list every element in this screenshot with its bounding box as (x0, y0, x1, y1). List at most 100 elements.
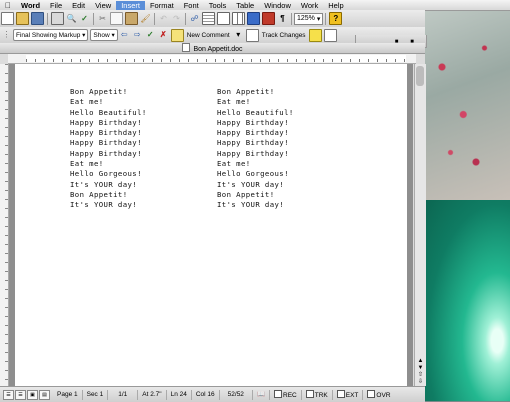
normal-view-icon[interactable]: ☰ (3, 389, 14, 400)
left-text-column: Bon Appetit! Eat me! Hello Beautiful! Ha… (70, 87, 147, 211)
new-document-icon[interactable] (1, 12, 14, 25)
new-comment-icon[interactable] (170, 28, 184, 42)
text-line: Bon Appetit! (70, 87, 128, 96)
new-comment-button[interactable]: New Comment (185, 32, 232, 39)
text-line: It's YOUR day! (70, 200, 138, 210)
trk-flag-icon (305, 389, 314, 398)
redo-icon[interactable]: ↷ (171, 13, 182, 24)
scrollbar-thumb[interactable] (416, 66, 424, 86)
toolbox-icon[interactable] (262, 12, 275, 25)
menu-help[interactable]: Help (323, 1, 348, 10)
horizontal-ruler[interactable] (8, 54, 416, 64)
right-text-column: Bon Appetit! Eat me! Hello Beautiful! Ha… (217, 87, 294, 211)
status-section: Sec 1 (83, 389, 109, 400)
reviewing-pane-icon[interactable] (323, 28, 337, 42)
menu-table[interactable]: Table (231, 1, 259, 10)
menu-format[interactable]: Format (145, 1, 179, 10)
menu-view[interactable]: View (90, 1, 116, 10)
toolbar-divider (291, 12, 292, 25)
print-icon[interactable] (51, 12, 64, 25)
text-line: Eat me! (70, 159, 104, 169)
toolbar-divider (185, 12, 186, 25)
status-rec[interactable]: REC (270, 389, 302, 400)
text-line: Happy Birthday! (217, 138, 289, 148)
text-line: Eat me! (217, 159, 251, 169)
paste-icon[interactable] (125, 12, 138, 25)
text-line: It's YOUR day! (70, 179, 138, 189)
text-line: Bon Appetit! (217, 189, 275, 199)
menu-tools[interactable]: Tools (204, 1, 232, 10)
gallery-icon[interactable] (247, 12, 260, 25)
toolbar-divider (154, 12, 155, 25)
text-line: Eat me! (217, 97, 251, 107)
vertical-scrollbar[interactable]: ▲ ▼ ⇧ ⇩ (414, 64, 426, 386)
reject-change-icon[interactable]: ✗ (158, 30, 169, 41)
new-comment-dropdown-icon[interactable]: ▾ (233, 30, 244, 41)
track-changes-button[interactable]: Track Changes (260, 32, 308, 39)
show-hide-paragraph-icon[interactable]: ¶ (277, 13, 288, 24)
help-icon[interactable]: ? (329, 12, 343, 25)
ext-flag-icon (336, 389, 345, 398)
text-line: Happy Birthday! (70, 128, 142, 138)
text-line: Happy Birthday! (70, 148, 142, 158)
desktop-wallpaper-bottom (425, 200, 510, 401)
text-line: Hello Beautiful! (217, 107, 294, 117)
format-painter-icon[interactable]: 🖌 (140, 13, 151, 24)
previous-change-icon[interactable]: ⇦ (119, 30, 130, 41)
status-ovr-label: OVR (376, 391, 391, 399)
notebook-view-icon[interactable]: ▤ (39, 389, 50, 400)
status-bar: ☰ ☰ ▣ ▤ Page 1 Sec 1 1/1 At 2.7" Ln 24 C… (0, 386, 425, 402)
document-title-bar[interactable]: Bon Appetit.doc (0, 43, 425, 54)
next-change-icon[interactable]: ⇨ (132, 30, 143, 41)
menu-word[interactable]: Word (16, 1, 45, 10)
menu-window[interactable]: Window (259, 1, 296, 10)
status-ext-label: EXT (345, 391, 359, 399)
document-canvas: Bon Appetit! Eat me! Hello Beautiful! Ha… (9, 64, 413, 386)
apple-menu-icon[interactable]:  (0, 1, 16, 10)
open-folder-icon[interactable] (16, 12, 29, 25)
cut-icon[interactable]: ✂ (97, 13, 108, 24)
text-line: Happy Birthday! (217, 128, 289, 138)
ruler-scale (26, 55, 406, 62)
insert-hyperlink-icon[interactable]: ☍ (189, 13, 200, 24)
outline-view-icon[interactable]: ☰ (15, 389, 26, 400)
save-icon[interactable] (31, 12, 44, 25)
desktop-wallpaper-top (425, 10, 510, 200)
undo-icon[interactable]: ↶ (158, 13, 169, 24)
insert-table-icon[interactable] (217, 12, 230, 25)
menu-insert[interactable]: Insert (116, 0, 145, 10)
status-ovr[interactable]: OVR (363, 389, 394, 400)
standard-toolbar: 🔍 ✓ ✂ 🖌 ↶ ↷ ☍ ¶ 125% ▾ ? (0, 10, 425, 28)
status-column: Col 16 (192, 389, 220, 400)
print-preview-icon[interactable]: 🔍 (66, 13, 77, 24)
track-changes-icon[interactable] (245, 28, 259, 42)
document-page[interactable]: Bon Appetit! Eat me! Hello Beautiful! Ha… (15, 64, 407, 386)
tables-icon[interactable] (202, 12, 215, 25)
spelling-icon[interactable]: ✓ (79, 13, 90, 24)
accept-change-icon[interactable]: ✓ (145, 30, 156, 41)
text-line: Eat me! (70, 97, 104, 107)
scroll-arrows[interactable]: ▲ ▼ ⇧ ⇩ (415, 358, 426, 386)
menu-work[interactable]: Work (296, 1, 323, 10)
spell-check-status-icon[interactable]: 📖 (253, 389, 271, 400)
menu-edit[interactable]: Edit (67, 1, 90, 10)
text-line: Bon Appetit! (217, 87, 275, 96)
show-dropdown[interactable]: Show ▾ (90, 29, 118, 41)
columns-icon[interactable] (232, 12, 245, 25)
page-layout-view-icon[interactable]: ▣ (27, 389, 38, 400)
status-rec-label: REC (283, 391, 297, 399)
markup-display-value: Final Showing Markup (16, 31, 81, 39)
menu-font[interactable]: Font (179, 1, 204, 10)
status-page: Page 1 (51, 389, 83, 400)
vertical-ruler[interactable] (0, 64, 9, 386)
copy-icon[interactable] (110, 12, 123, 25)
menu-file[interactable]: File (45, 1, 67, 10)
status-page-count: 1/1 (108, 389, 139, 400)
status-position: At 2.7" (138, 389, 167, 400)
markup-display-dropdown[interactable]: Final Showing Markup ▾ (13, 29, 89, 41)
status-ext[interactable]: EXT (333, 389, 364, 400)
text-line: Happy Birthday! (70, 117, 142, 127)
status-trk[interactable]: TRK (302, 389, 333, 400)
zoom-select[interactable]: 125% ▾ (294, 12, 324, 25)
highlight-icon[interactable] (308, 28, 322, 42)
